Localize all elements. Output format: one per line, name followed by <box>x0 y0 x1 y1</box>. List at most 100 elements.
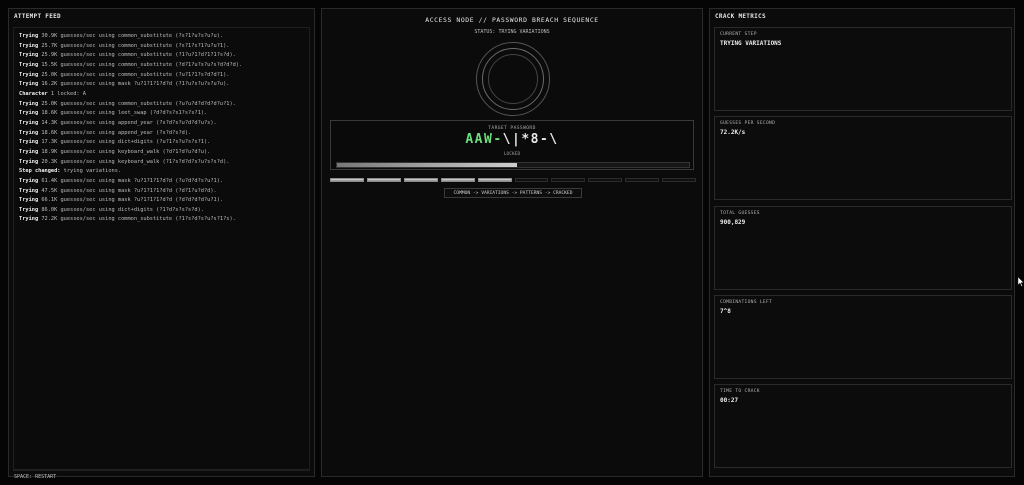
metric-label: TIME TO CRACK <box>720 389 760 394</box>
breach-sequence-panel: ACCESS NODE // PASSWORD BREACH SEQUENCE … <box>321 8 703 477</box>
metric-value: 900,829 <box>720 219 746 226</box>
feed-line: Trying 18.6K guesses/sec using append_ye… <box>19 129 305 139</box>
step-segments <box>330 178 697 183</box>
feed-line: Trying 30.9K guesses/sec using common_su… <box>19 32 305 42</box>
feed-line: Trying 20.3K guesses/sec using keyboard_… <box>19 158 305 168</box>
feed-line-text: 25.0K guesses/sec using common_substitut… <box>41 71 230 78</box>
metric-value: TRYING VARIATIONS <box>720 40 782 47</box>
password-lock-state: LOCKED <box>503 152 521 157</box>
restart-hint: SPACE: RESTART <box>14 474 57 480</box>
feed-line: Trying 25.9K guesses/sec using common_su… <box>19 51 305 61</box>
feed-line-keyword: Trying <box>19 81 39 88</box>
target-password-label: TARGET PASSWORD <box>488 126 536 131</box>
feed-line-keyword: Trying <box>19 110 39 117</box>
feed-line: Trying 15.5K guesses/sec using common_su… <box>19 61 305 71</box>
feed-line: Trying 25.7K guesses/sec using common_su… <box>19 42 305 52</box>
feed-line: Trying 17.3K guesses/sec using dict+digi… <box>19 138 305 148</box>
feed-line-text: 25.9K guesses/sec using common_substitut… <box>41 52 236 59</box>
password-trying-chars: \|*8-\ <box>502 132 559 147</box>
feed-line: Trying 16.2K guesses/sec using mask ?u?1… <box>19 80 305 90</box>
feed-line-text: trying variations. <box>63 168 122 175</box>
target-password-box: TARGET PASSWORD AAW-\|*8-\ LOCKED <box>330 120 694 170</box>
feed-line-text: 16.2K guesses/sec using mask ?u?1?1?1?d?… <box>41 81 230 88</box>
metric-value: 72.2K/s <box>720 129 746 136</box>
feed-line: Character 1 locked: A <box>19 90 305 100</box>
feed-line: Trying 14.3K guesses/sec using append_ye… <box>19 119 305 129</box>
feed-line-text: 61.4K guesses/sec using mask ?u?1?1?1?d?… <box>41 177 224 184</box>
feed-line-keyword: Trying <box>19 119 39 126</box>
feed-line-text: 25.0K guesses/sec using common_substitut… <box>41 100 236 107</box>
step-segment-done <box>403 178 438 182</box>
step-segment-pending <box>551 178 586 182</box>
feed-line-keyword: Trying <box>19 206 39 213</box>
feed-footer-divider <box>13 470 310 471</box>
feed-line-text: 17.3K guesses/sec using dict+digits (?u?… <box>41 139 211 146</box>
feed-line-text: 66.1K guesses/sec using mask ?u?1?1?1?d?… <box>41 197 224 204</box>
step-segment-pending <box>625 178 660 182</box>
step-segment-done <box>366 178 401 182</box>
feed-line-text: 18.6K guesses/sec using append_year (?s?… <box>41 129 192 136</box>
metric-label: COMBINATIONS LEFT <box>720 300 773 305</box>
step-segment-pending <box>514 178 549 182</box>
scanner-ring-inner-icon <box>488 54 538 104</box>
attempt-feed-title: ATTEMPT FEED <box>14 13 61 20</box>
metric-combinations-left: COMBINATIONS LEFT 7^8 <box>714 295 1012 379</box>
metric-label: TOTAL GUESSES <box>720 211 760 216</box>
metric-value: 00:27 <box>720 397 739 404</box>
feed-line-keyword: Trying <box>19 52 39 59</box>
feed-line-text: 86.0K guesses/sec using dict+digits (?1?… <box>41 206 204 213</box>
mouse-cursor-icon <box>1018 277 1024 287</box>
metric-total-guesses: TOTAL GUESSES 900,829 <box>714 206 1012 290</box>
crack-pipeline-label: COMMON -> VARIATIONS -> PATTERNS -> CRAC… <box>444 188 582 198</box>
feed-line-text: 1 locked: A <box>50 90 86 97</box>
breach-status: STATUS: TRYING VARIATIONS <box>474 29 550 35</box>
step-segment-done <box>477 178 512 182</box>
metric-time-to-crack: TIME TO CRACK 00:27 <box>714 384 1012 468</box>
password-progress-bar <box>336 162 690 168</box>
breach-sequence-title: ACCESS NODE // PASSWORD BREACH SEQUENCE <box>425 16 599 24</box>
step-segment-done <box>330 178 364 182</box>
attempt-feed-log-box[interactable]: Trying 30.9K guesses/sec using common_su… <box>13 27 310 470</box>
feed-line-keyword: Trying <box>19 129 39 136</box>
attempt-feed-list: Trying 30.9K guesses/sec using common_su… <box>19 32 305 225</box>
feed-line: Trying 66.1K guesses/sec using mask ?u?1… <box>19 196 305 206</box>
feed-line-keyword: Trying <box>19 158 39 165</box>
feed-line: Trying 18.9K guesses/sec using keyboard_… <box>19 148 305 158</box>
feed-line: Trying 25.0K guesses/sec using common_su… <box>19 100 305 110</box>
feed-line: Step changed: trying variations. <box>19 167 305 177</box>
feed-line-text: 14.3K guesses/sec using append_year (?s?… <box>41 119 217 126</box>
feed-line-keyword: Trying <box>19 139 39 146</box>
metric-value: 7^8 <box>720 308 731 315</box>
feed-line: Trying 47.5K guesses/sec using mask ?u?1… <box>19 187 305 197</box>
feed-line-text: 15.5K guesses/sec using common_substitut… <box>41 61 243 68</box>
step-segment-done <box>440 178 475 182</box>
feed-line-keyword: Trying <box>19 148 39 155</box>
feed-line-keyword: Trying <box>19 187 39 194</box>
metric-label: CURRENT STEP <box>720 32 757 37</box>
feed-line-text: 25.7K guesses/sec using common_substitut… <box>41 42 230 49</box>
feed-line-keyword: Character <box>19 90 48 97</box>
metric-guesses-per-second: GUESSES PER SECOND 72.2K/s <box>714 116 1012 200</box>
feed-line: Trying 61.4K guesses/sec using mask ?u?1… <box>19 177 305 187</box>
password-locked-chars: AAW- <box>465 132 503 147</box>
feed-line-keyword: Trying <box>19 33 39 39</box>
feed-line-keyword: Step changed: <box>19 168 61 175</box>
feed-line-text: 30.9K guesses/sec using common_substitut… <box>41 33 224 39</box>
feed-line-text: 20.3K guesses/sec using keyboard_walk (?… <box>41 158 230 165</box>
feed-line: Trying 18.6K guesses/sec using leet_swap… <box>19 109 305 119</box>
feed-line-keyword: Trying <box>19 197 39 204</box>
feed-line-keyword: Trying <box>19 216 39 223</box>
feed-line-text: 18.6K guesses/sec using leet_swap (?d?d?… <box>41 110 208 117</box>
target-password-value: AAW-\|*8-\ <box>331 132 693 147</box>
feed-line-text: 47.5K guesses/sec using mask ?u?1?1?1?d?… <box>41 187 217 194</box>
feed-line: Trying 86.0K guesses/sec using dict+digi… <box>19 206 305 216</box>
feed-line-keyword: Trying <box>19 71 39 78</box>
attempt-feed-panel: ATTEMPT FEED Trying 30.9K guesses/sec us… <box>8 8 315 480</box>
crack-metrics-title: CRACK METRICS <box>715 13 766 20</box>
feed-line-keyword: Trying <box>19 100 39 107</box>
feed-line: Trying 72.2K guesses/sec using common_su… <box>19 215 305 225</box>
metric-current-step: CURRENT STEP TRYING VARIATIONS <box>714 27 1012 111</box>
feed-line-keyword: Trying <box>19 61 39 68</box>
feed-line-keyword: Trying <box>19 177 39 184</box>
feed-line-keyword: Trying <box>19 42 39 49</box>
